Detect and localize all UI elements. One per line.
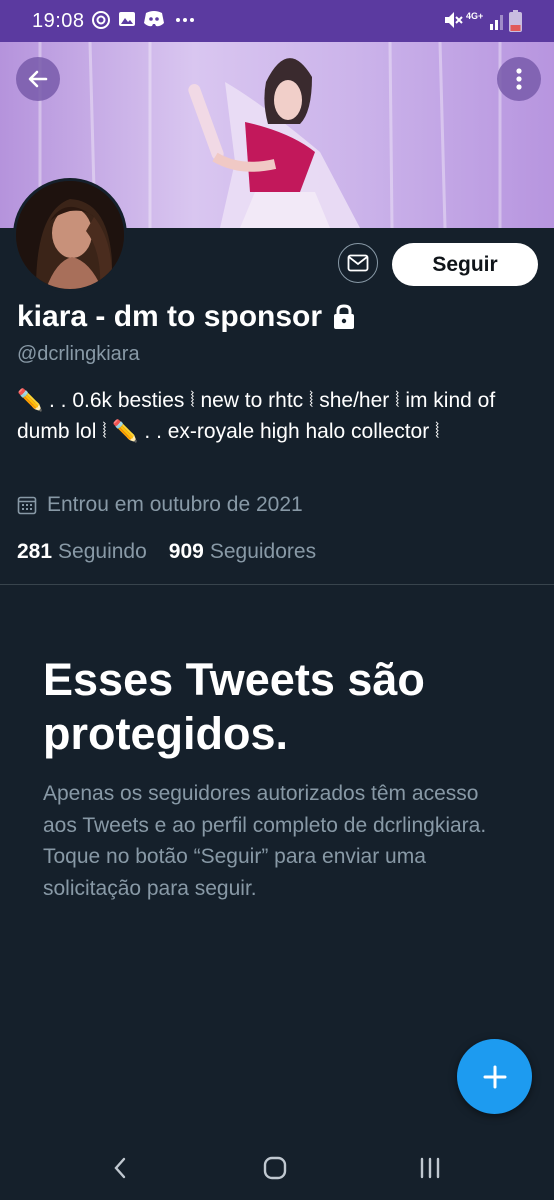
profile-handle: @dcrlingkiara (17, 343, 140, 365)
network-type: 4G+ (466, 11, 484, 21)
signal-icon (490, 15, 503, 30)
status-bar: 19:08 4G+ (0, 0, 554, 42)
protected-body: Apenas os seguidores autorizados têm ace… (43, 782, 487, 900)
chevron-left-icon (114, 1157, 126, 1179)
recents-icon (420, 1157, 440, 1179)
lock-icon (334, 304, 355, 329)
following-link[interactable]: 281 Seguindo (17, 540, 147, 564)
nav-back-button[interactable] (100, 1148, 140, 1188)
more-dots-icon (176, 18, 194, 22)
follow-button[interactable]: Seguir (392, 243, 538, 286)
join-date-text: Entrou em outubro de 2021 (47, 493, 303, 516)
following-label: Seguindo (58, 540, 147, 563)
mail-icon (347, 254, 369, 272)
back-button[interactable] (16, 57, 60, 101)
mute-icon (445, 12, 463, 28)
divider (0, 584, 554, 585)
discord-icon (144, 11, 164, 27)
nav-recents-button[interactable] (410, 1148, 450, 1188)
home-circle-icon (263, 1156, 287, 1180)
followers-count: 909 (168, 540, 204, 563)
threads-icon (92, 11, 110, 29)
avatar-photo (16, 181, 124, 289)
avatar[interactable] (13, 178, 127, 292)
more-options-button[interactable] (497, 57, 541, 101)
nav-home-button[interactable] (255, 1148, 295, 1188)
followers-label: Seguidores (209, 540, 317, 563)
profile-bio: ✏️ . . 0.6k besties ⦚ new to rhtc ⦚ she/… (17, 389, 496, 443)
followers-link[interactable]: 909 Seguidores (169, 540, 316, 564)
more-vertical-icon (516, 68, 522, 90)
plus-icon (483, 1065, 506, 1088)
profile-name-row: kiara - dm to sponsor (17, 300, 356, 334)
battery-icon (509, 10, 522, 32)
follow-stats: 281 Seguindo 909 Seguidores (17, 540, 316, 564)
calendar-icon (17, 496, 37, 515)
compose-tweet-button[interactable] (457, 1039, 532, 1114)
gallery-icon (119, 12, 135, 26)
join-date: Entrou em outubro de 2021 (17, 493, 303, 517)
arrow-left-icon (28, 70, 48, 88)
following-count: 281 (17, 540, 53, 563)
message-button[interactable] (338, 243, 378, 283)
status-time: 19:08 (32, 10, 85, 32)
profile-name: kiara - dm to sponsor (17, 300, 323, 333)
protected-title: Esses Tweets são protegidos. (43, 654, 425, 759)
